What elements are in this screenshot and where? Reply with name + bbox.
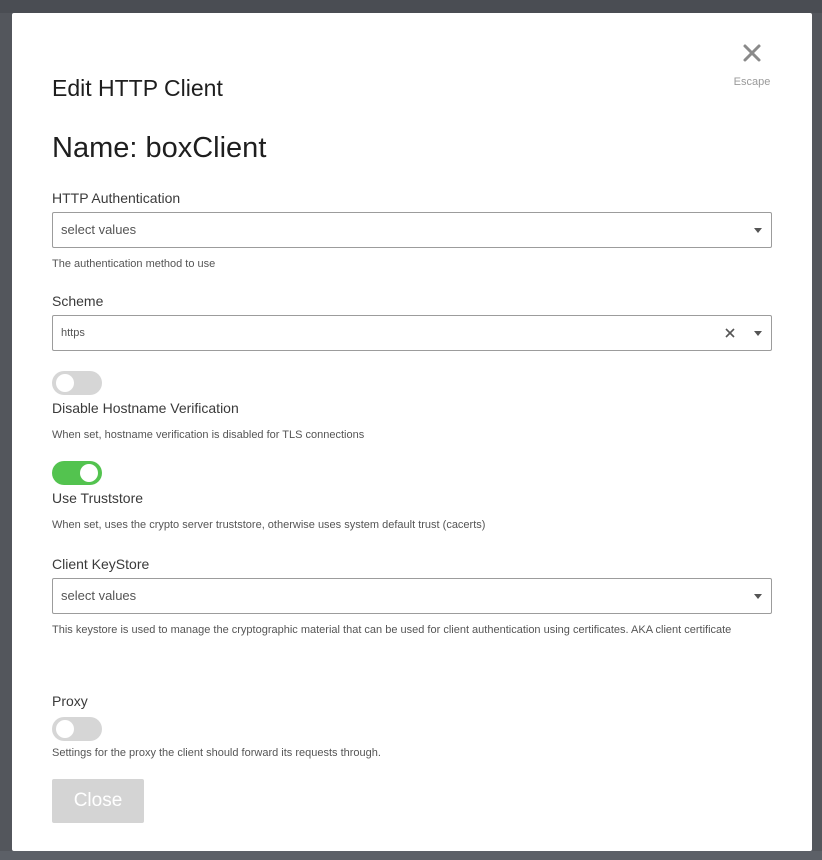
backdrop-bottom [0, 851, 822, 860]
toggle-knob [56, 374, 74, 392]
chevron-down-icon[interactable] [754, 331, 762, 336]
disable-hostname-verification-label: Disable Hostname Verification [52, 400, 239, 416]
client-keystore-help: This keystore is used to manage the cryp… [52, 624, 732, 636]
proxy-help: Settings for the proxy the client should… [52, 747, 381, 759]
proxy-toggle[interactable] [52, 717, 102, 741]
disable-hostname-verification-toggle[interactable] [52, 371, 102, 395]
chevron-down-icon[interactable] [754, 228, 762, 233]
toggle-knob [56, 720, 74, 738]
http-authentication-label: HTTP Authentication [52, 190, 181, 206]
client-keystore-placeholder: select values [61, 588, 137, 603]
toggle-knob [80, 464, 98, 482]
close-button[interactable]: Close [52, 779, 144, 823]
http-authentication-select[interactable]: select values [52, 212, 772, 248]
client-keystore-label: Client KeyStore [52, 556, 150, 572]
backdrop [0, 0, 822, 13]
use-truststore-help: When set, uses the crypto server trustst… [52, 519, 486, 531]
scheme-label: Scheme [52, 293, 104, 309]
scheme-value: https [61, 327, 85, 339]
clear-icon[interactable] [723, 326, 737, 340]
http-authentication-placeholder: select values [61, 222, 137, 237]
escape-label: Escape [733, 76, 771, 88]
http-authentication-help: The authentication method to use [52, 258, 216, 270]
use-truststore-label: Use Truststore [52, 490, 144, 506]
close-icon[interactable] [740, 41, 764, 65]
disable-hostname-verification-help: When set, hostname verification is disab… [52, 429, 365, 441]
client-name-heading: Name: boxClient [52, 132, 267, 164]
scheme-select[interactable]: https [52, 315, 772, 351]
client-keystore-select[interactable]: select values [52, 578, 772, 614]
chevron-down-icon[interactable] [754, 594, 762, 599]
dialog-title: Edit HTTP Client [52, 75, 223, 101]
use-truststore-toggle[interactable] [52, 461, 102, 485]
proxy-label: Proxy [52, 693, 88, 709]
edit-http-client-dialog: Escape Edit HTTP Client Name: boxClient … [12, 13, 812, 851]
